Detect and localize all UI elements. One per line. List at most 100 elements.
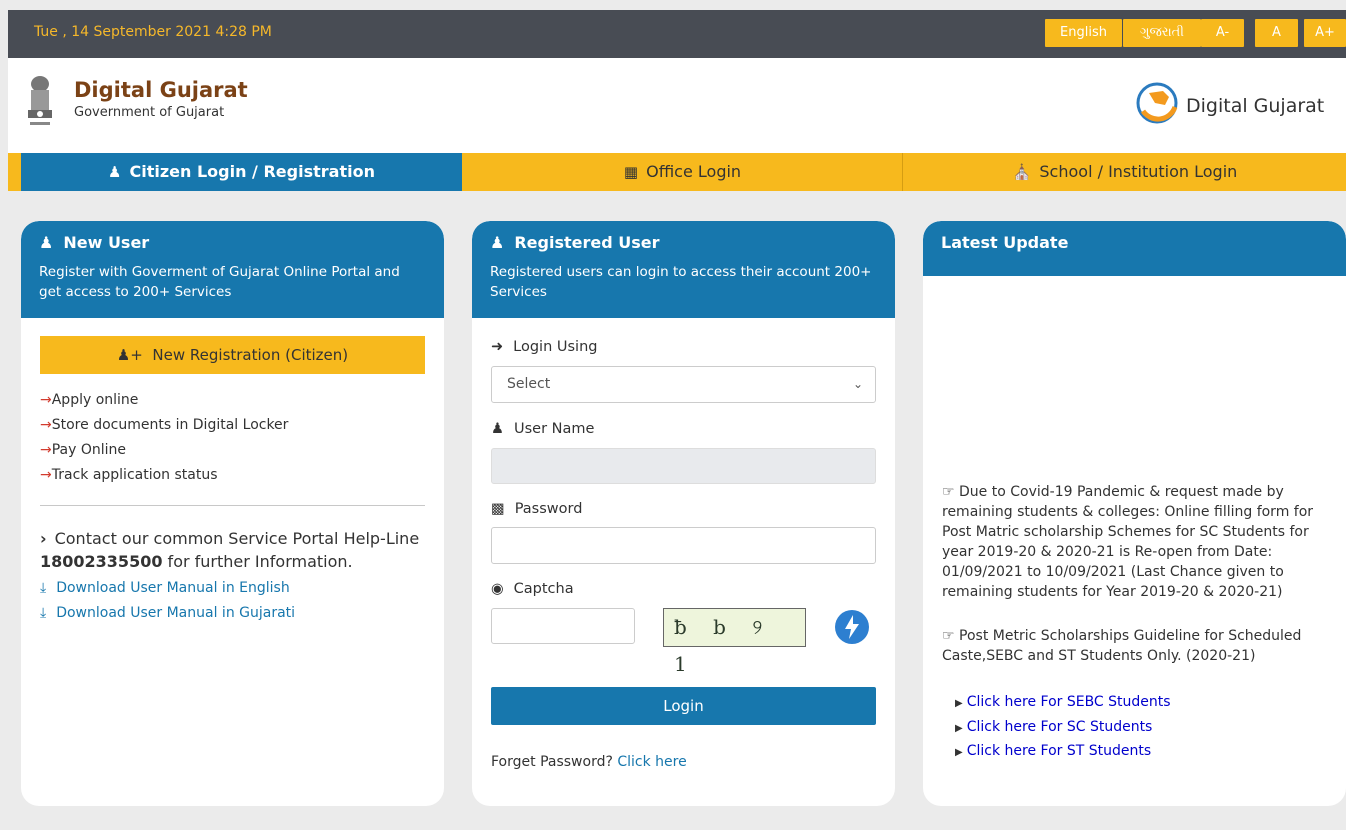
font-reset-button[interactable]: A — [1255, 19, 1298, 47]
refresh-captcha-icon[interactable] — [833, 608, 871, 646]
divider — [40, 505, 425, 506]
hand-pointer-icon: ☞ — [942, 484, 955, 500]
user-plus-icon: ♟+ — [116, 346, 143, 364]
feature-label: Track application status — [51, 467, 218, 483]
arrow-right-icon: → — [40, 442, 52, 458]
latest-update-title: Latest Update — [941, 233, 1069, 252]
download-icon: ⤓ — [40, 580, 47, 596]
username-label: ♟ User Name — [491, 421, 594, 437]
hand-pointer-icon: ☞ — [942, 628, 955, 644]
username-input[interactable] — [491, 448, 876, 484]
feature-item: →Track application status — [40, 467, 218, 483]
arrow-right-icon: → — [40, 467, 52, 483]
helpline-number: 18002335500 — [40, 552, 163, 571]
language-gujarati-button[interactable]: ગુજરાતી — [1123, 19, 1201, 47]
forgot-text: Forget Password? — [491, 754, 618, 770]
feature-label: Pay Online — [51, 442, 127, 458]
feature-item: →Apply online — [40, 392, 138, 408]
user-icon: ♟ — [39, 233, 54, 252]
captcha-label: ◉ Captcha — [491, 581, 574, 597]
latest-update-card: Latest Update ☞ Due to Covid-19 Pandemic… — [923, 221, 1346, 806]
tab-citizen-login[interactable]: ♟ Citizen Login / Registration — [21, 153, 462, 191]
sebc-students-link[interactable]: ▶ Click here For SEBC Students — [955, 691, 1171, 716]
password-label: ▩ Password — [491, 501, 582, 517]
user-icon: ♟ — [108, 163, 122, 181]
registered-user-card: ♟ Registered User Registered users can lo… — [472, 221, 895, 806]
new-user-title: New User — [63, 233, 150, 252]
date-time: Tue , 14 September 2021 4:28 PM — [34, 24, 272, 40]
chevron-down-icon: ⌄ — [852, 377, 863, 391]
new-user-header: ♟ New User Register with Goverment of Guj… — [21, 221, 444, 318]
arrow-right-icon: → — [40, 417, 52, 433]
language-english-button[interactable]: English — [1045, 19, 1122, 47]
forgot-password-link[interactable]: Click here — [617, 754, 686, 770]
eye-icon: ◉ — [491, 581, 504, 597]
registered-user-title: Registered User — [514, 233, 660, 252]
caret-right-icon: ▶ — [955, 698, 963, 709]
label-text: User Name — [514, 421, 595, 437]
digital-gujarat-logo-icon[interactable] — [1135, 81, 1179, 125]
download-label: Download User Manual in Gujarati — [56, 605, 296, 621]
login-using-select[interactable]: Select ⌄ — [491, 366, 876, 403]
captcha-input[interactable] — [491, 608, 635, 644]
tab-office-login[interactable]: ▦ Office Login — [463, 153, 903, 191]
news-text: Due to Covid-19 Pandemic & request made … — [942, 484, 1314, 600]
user-icon: ♟ — [491, 421, 504, 437]
student-links: ▶ Click here For SEBC Students ▶ Click her… — [955, 691, 1171, 765]
arrow-right-icon: → — [40, 392, 52, 408]
contact-text-end: for further Information. — [162, 552, 353, 571]
site-subtitle: Government of Gujarat — [74, 105, 225, 120]
site-title[interactable]: Digital Gujarat — [74, 78, 248, 102]
sc-students-link[interactable]: ▶ Click here For SC Students — [955, 716, 1171, 741]
select-value: Select — [507, 376, 551, 392]
chevron-right-icon: › — [40, 529, 47, 548]
link-text: Click here For SC Students — [966, 718, 1153, 735]
forgot-password: Forget Password? Click here — [491, 754, 687, 770]
feature-item: →Store documents in Digital Locker — [40, 417, 288, 433]
latest-update-header: Latest Update — [923, 221, 1346, 276]
link-text: Click here For SEBC Students — [966, 694, 1171, 710]
login-using-label: ➜ Login Using — [491, 339, 597, 355]
download-manual-gujarati-link[interactable]: ⤓ Download User Manual in Gujarati — [40, 605, 295, 621]
contact-text: Contact our common Service Portal Help-L… — [54, 529, 420, 548]
font-decrease-button[interactable]: A- — [1201, 19, 1244, 47]
captcha-image: ƀ b ୨ 1 — [663, 608, 806, 676]
state-emblem-icon — [28, 76, 52, 125]
download-label: Download User Manual in English — [56, 580, 290, 596]
login-tabs: ♟ Citizen Login / Registration ▦ Office Lo… — [8, 153, 1346, 191]
login-button[interactable]: Login — [491, 687, 876, 725]
st-students-link[interactable]: ▶ Click here For ST Students — [955, 740, 1171, 765]
caret-right-icon: ▶ — [955, 722, 963, 734]
site-header: Digital Gujarat Government of Gujarat Di… — [8, 58, 1346, 153]
label-text: Captcha — [513, 581, 574, 597]
user-icon: ♟ — [490, 233, 505, 252]
download-manual-english-link[interactable]: ⤓ Download User Manual in English — [40, 580, 290, 596]
feature-label: Store documents in Digital Locker — [51, 417, 289, 433]
lock-icon: ▩ — [491, 501, 505, 517]
institution-icon: ⛪ — [1012, 163, 1032, 181]
tab-label: Citizen Login / Registration — [129, 162, 375, 181]
feature-label: Apply online — [51, 392, 139, 408]
registered-user-header: ♟ Registered User Registered users can lo… — [472, 221, 895, 318]
helpline-contact: › Contact our common Service Portal Help-… — [40, 527, 430, 573]
password-input[interactable] — [491, 527, 876, 564]
top-bar: Tue , 14 September 2021 4:28 PM English … — [8, 10, 1346, 58]
tab-label: School / Institution Login — [1039, 162, 1238, 181]
new-registration-button[interactable]: ♟+ New Registration (Citizen) — [40, 336, 425, 374]
news-item: ☞ Post Metric Scholarships Guideline for… — [942, 626, 1322, 666]
new-user-card: ♟ New User Register with Goverment of Guj… — [21, 221, 444, 806]
tab-label: Office Login — [646, 162, 742, 181]
label-text: Password — [514, 501, 583, 517]
new-user-description: Register with Goverment of Gujarat Onlin… — [39, 264, 400, 300]
sign-in-icon: ➜ — [491, 339, 504, 355]
font-increase-button[interactable]: A+ — [1304, 19, 1346, 47]
registered-user-description: Registered users can login to access the… — [490, 264, 872, 300]
logo-text[interactable]: Digital Gujarat — [1186, 95, 1324, 117]
news-item: ☞ Due to Covid-19 Pandemic & request mad… — [942, 482, 1322, 602]
tab-school-login[interactable]: ⛪ School / Institution Login — [904, 153, 1346, 191]
download-icon: ⤓ — [40, 605, 47, 621]
label-text: Login Using — [513, 339, 598, 355]
news-text: Post Metric Scholarships Guideline for S… — [942, 628, 1302, 664]
link-text: Click here For ST Students — [966, 743, 1152, 759]
feature-item: →Pay Online — [40, 442, 126, 458]
